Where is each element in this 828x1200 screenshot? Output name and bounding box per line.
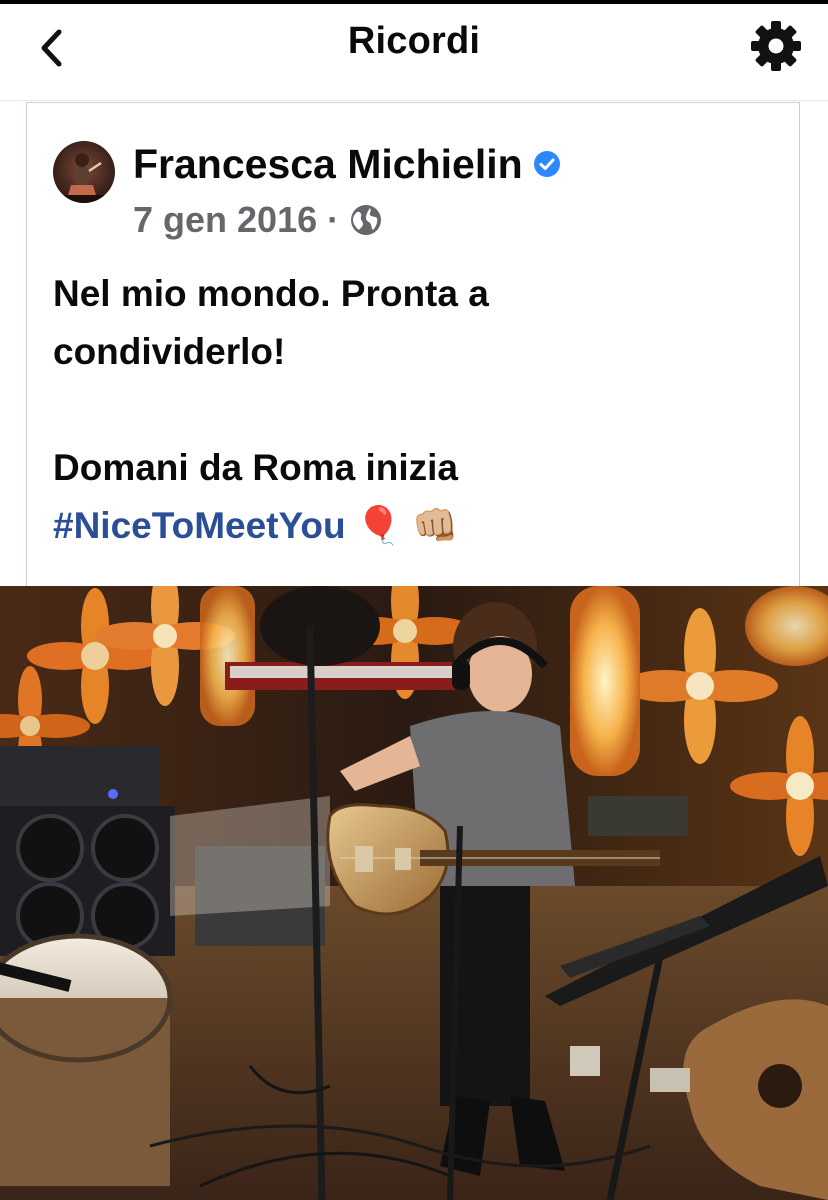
gear-icon <box>751 21 801 71</box>
post-text-blank-line <box>53 381 773 439</box>
post-author-row: Francesca Michielin <box>133 139 561 189</box>
post-text-line: Domani da Roma inizia <box>53 447 459 488</box>
hashtag-link[interactable]: #NiceToMeetYou <box>53 505 346 546</box>
post-text-line: condividerlo! <box>53 331 286 372</box>
memory-post-card: Francesca Michielin 7 gen 2016 · Nel mio… <box>26 102 800 586</box>
settings-button[interactable] <box>748 18 804 74</box>
post-text: Nel mio mondo. Pronta a condividerlo! Do… <box>53 265 773 555</box>
page-title: Ricordi <box>347 20 481 62</box>
navigation-bar: Ricordi <box>0 4 828 101</box>
post-hashtag-line: #NiceToMeetYou 🎈 👊🏼 <box>53 497 773 555</box>
globe-icon <box>351 205 382 235</box>
verified-badge-icon <box>533 151 560 177</box>
avatar[interactable] <box>53 141 115 203</box>
post-date[interactable]: 7 gen 2016 <box>133 199 317 241</box>
post-text-line: Nel mio mondo. Pronta a <box>53 273 489 314</box>
post-photo[interactable] <box>0 586 828 1200</box>
meta-separator: · <box>327 199 340 240</box>
balloon-emoji: 🎈 <box>355 505 402 546</box>
fist-emoji: 👊🏼 <box>412 505 459 546</box>
post-meta: 7 gen 2016 · <box>133 199 383 241</box>
author-name[interactable]: Francesca Michielin <box>133 141 523 188</box>
